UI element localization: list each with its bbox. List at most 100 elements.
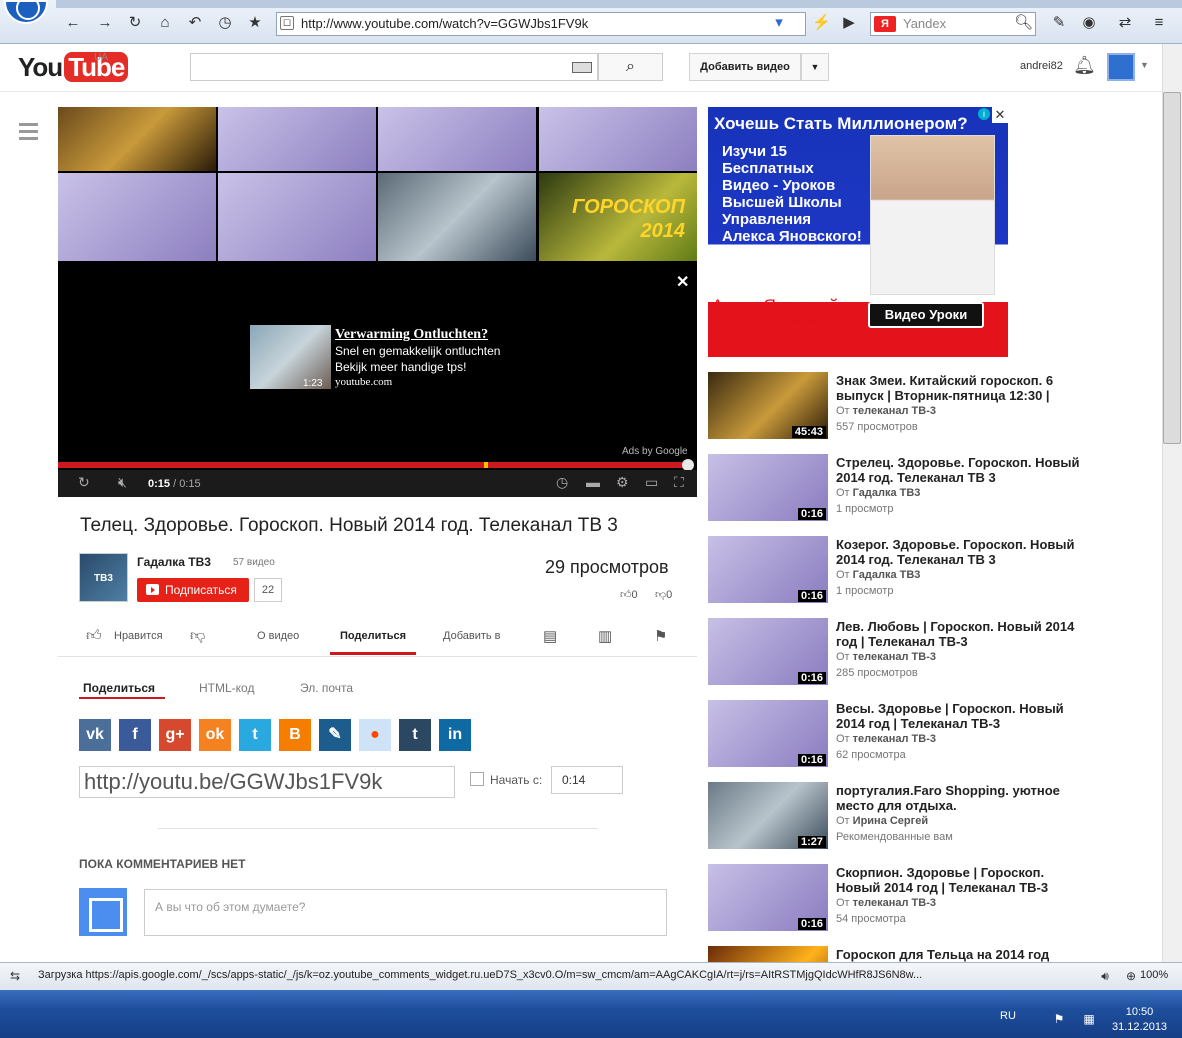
bookmark-star-icon[interactable]: ★ [246, 14, 264, 32]
youtube-search-input[interactable] [190, 53, 598, 81]
ad-cta-button[interactable]: Видео Уроки [868, 302, 984, 328]
camera-icon[interactable]: ◉ [1080, 14, 1098, 32]
author-name[interactable]: Гадалка ТВ3 [853, 487, 921, 499]
channel-avatar[interactable]: ТВ3 [79, 553, 128, 602]
forward-icon[interactable]: → [96, 14, 114, 32]
tab-about[interactable]: О видео [257, 630, 299, 642]
related-video-title[interactable]: португалия.Faro Shopping. уютное место д… [836, 783, 1091, 813]
author-name[interactable]: телеканал ТВ-3 [853, 651, 936, 663]
subscribe-button[interactable]: Подписаться [137, 578, 249, 602]
tab-add-to[interactable]: Добавить в [443, 630, 501, 642]
youtube-logo[interactable]: You Tube [18, 52, 129, 83]
edit-icon[interactable]: ✎ [1050, 14, 1068, 32]
chevron-down-icon[interactable]: ▼ [1140, 60, 1149, 70]
author-name[interactable]: телеканал ТВ-3 [853, 897, 936, 909]
watch-later-icon[interactable]: ◷ [556, 474, 568, 491]
settings-gear-icon[interactable]: ⚙ [616, 474, 629, 491]
share-twitter-button[interactable]: t [239, 719, 271, 751]
share-url-field[interactable]: http://youtu.be/GGWJbs1FV9k [79, 766, 455, 798]
arrows-icon[interactable]: ⇆ [6, 967, 24, 985]
stats-icon[interactable]: ▥ [598, 627, 612, 645]
share-vk-button[interactable]: vk [79, 719, 111, 751]
share-tab-email[interactable]: Эл. почта [300, 681, 353, 695]
share-tab-embed[interactable]: HTML-код [199, 681, 254, 695]
history-icon[interactable]: ◷ [216, 14, 234, 32]
related-video-item[interactable]: 0:16 Скорпион. Здоровье | Гороскоп. Новый… [708, 864, 1128, 932]
undo-icon[interactable]: ↶ [186, 14, 204, 32]
translate-icon[interactable]: ⇄ [1116, 14, 1134, 32]
ads-by-google-label[interactable]: Ads by Google [622, 446, 688, 457]
scrollbar-thumb[interactable] [1163, 92, 1181, 444]
author-name[interactable]: Ирина Сергей [853, 815, 928, 827]
dislike-icon[interactable]: 👎︎ [190, 627, 205, 645]
speaker-icon[interactable]: 🔊︎ [1096, 967, 1114, 985]
related-video-item[interactable]: 0:16 Лев. Любовь | Гороскоп. Новый 2014 г… [708, 618, 1128, 686]
share-reddit-button[interactable]: ● [359, 719, 391, 751]
yandex-icon[interactable]: Я [874, 16, 896, 32]
address-bar[interactable]: http://www.youtube.com/watch?v=GGWJbs1FV… [276, 12, 806, 36]
related-video-title[interactable]: Гороскоп для Тельца на 2014 год [836, 947, 1091, 962]
reload-icon[interactable]: ↻ [126, 14, 144, 32]
fullscreen-icon[interactable]: ⛶ [674, 474, 684, 491]
transcript-icon[interactable]: ▤ [543, 627, 557, 645]
share-tab-share[interactable]: Поделиться [83, 681, 155, 695]
close-icon[interactable]: ✕ [992, 107, 1008, 123]
volume-muted-icon[interactable]: 🔇︎ [118, 474, 127, 491]
related-video-item[interactable]: 1:27 португалия.Faro Shopping. уютное мес… [708, 782, 1128, 850]
bell-icon[interactable]: 🔔︎ [1073, 55, 1096, 76]
share-odnoklassniki-button[interactable]: ok [199, 719, 231, 751]
related-video-item[interactable]: 45:43 Знак Змеи. Китайский гороскоп. 6 вы… [708, 372, 1128, 440]
lightning-icon[interactable]: ⚡ [812, 14, 831, 32]
share-livejournal-button[interactable]: ✎ [319, 719, 351, 751]
like-icon[interactable]: 👍︎ [86, 627, 102, 645]
dropdown-icon[interactable]: ▾ [770, 14, 788, 32]
ad-title-link[interactable]: Verwarming Ontluchten? [335, 327, 488, 343]
zoom-level[interactable]: 100% [1140, 969, 1168, 981]
captions-icon[interactable]: ▬ [586, 474, 600, 490]
related-video-item[interactable]: 0:16 Козерог. Здоровье. Гороскоп. Новый 2… [708, 536, 1128, 604]
related-video-item[interactable]: 0:16 Весы. Здоровье | Гороскоп. Новый 201… [708, 700, 1128, 768]
zoom-icon[interactable]: ⊕ [1122, 967, 1140, 985]
add-video-button[interactable]: Добавить видео [689, 53, 801, 81]
author-name[interactable]: телеканал ТВ-3 [853, 405, 936, 417]
clock[interactable]: 10:50 31.12.2013 [1112, 1005, 1167, 1035]
share-blogger-button[interactable]: B [279, 719, 311, 751]
share-tumblr-button[interactable]: t [399, 719, 431, 751]
start-at-checkbox[interactable] [470, 772, 484, 786]
replay-icon[interactable]: ↻ [78, 474, 90, 491]
tab-share[interactable]: Поделиться [340, 630, 406, 642]
guide-menu-icon[interactable] [19, 123, 38, 144]
network-icon[interactable]: ▦ [1080, 1010, 1098, 1028]
related-video-title[interactable]: Лев. Любовь | Гороскоп. Новый 2014 год |… [836, 619, 1091, 649]
youtube-search-button[interactable]: ⌕ [598, 53, 663, 81]
avatar[interactable] [1107, 53, 1135, 81]
chevron-down-icon[interactable]: ▼ [801, 53, 829, 81]
related-video-title[interactable]: Скорпион. Здоровье | Гороскоп. Новый 201… [836, 865, 1091, 895]
back-icon[interactable]: ← [64, 14, 82, 32]
ad-url[interactable]: youtube.com [335, 376, 392, 388]
username[interactable]: andrei82 [1020, 60, 1063, 72]
related-video-title[interactable]: Весы. Здоровье | Гороскоп. Новый 2014 го… [836, 701, 1091, 731]
go-icon[interactable]: ▶ [840, 14, 858, 32]
related-video-title[interactable]: Стрелец. Здоровье. Гороскоп. Новый 2014 … [836, 455, 1091, 485]
progress-bar[interactable] [58, 462, 688, 468]
author-name[interactable]: Гадалка ТВ3 [853, 569, 921, 581]
theater-mode-icon[interactable]: ▭ [645, 474, 658, 491]
keyboard-icon[interactable] [572, 62, 592, 73]
adchoices-icon[interactable]: i [978, 108, 990, 120]
related-video-title[interactable]: Козерог. Здоровье. Гороскоп. Новый 2014 … [836, 537, 1091, 567]
comment-input[interactable]: А вы что об этом думаете? [144, 889, 667, 936]
share-facebook-button[interactable]: f [119, 719, 151, 751]
share-linkedin-button[interactable]: in [439, 719, 471, 751]
search-icon[interactable]: 🔍︎ [1014, 14, 1033, 32]
start-time-field[interactable]: 0:14 [551, 766, 623, 794]
related-video-title[interactable]: Знак Змеи. Китайский гороскоп. 6 выпуск … [836, 373, 1091, 403]
related-video-item[interactable]: 0:16 Стрелец. Здоровье. Гороскоп. Новый 2… [708, 454, 1128, 522]
close-icon[interactable]: ✕ [676, 272, 689, 292]
menu-icon[interactable]: ≡ [1150, 14, 1168, 32]
flag-icon[interactable]: ⚑ [654, 627, 667, 645]
language-indicator[interactable]: RU [1000, 1010, 1016, 1022]
channel-name[interactable]: Гадалка ТВ3 [137, 555, 211, 569]
like-button[interactable]: Нравится [114, 630, 163, 642]
home-icon[interactable]: ⌂ [156, 14, 174, 32]
